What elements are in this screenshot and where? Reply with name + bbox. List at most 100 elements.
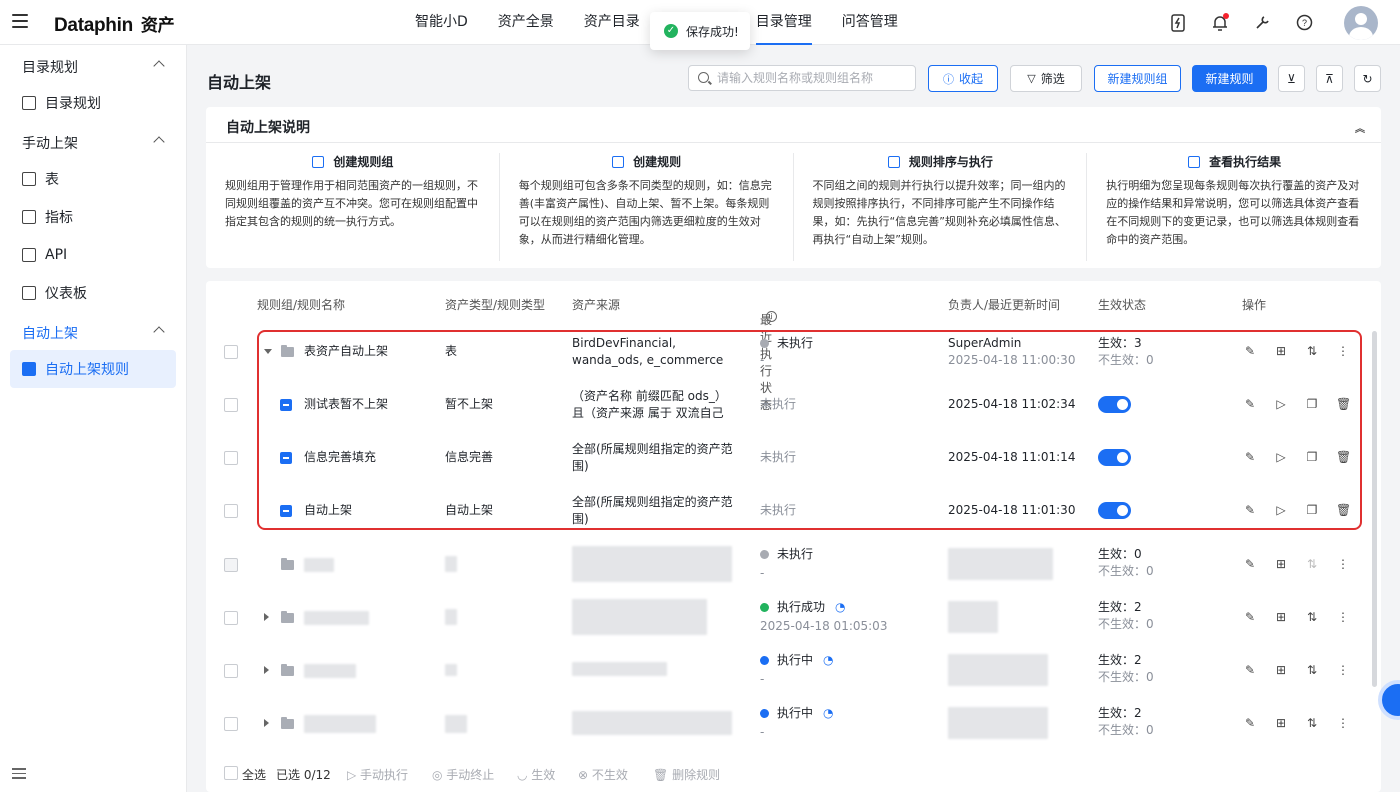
row-checkbox[interactable]: [224, 451, 238, 465]
sidebar-group-auto[interactable]: 自动上架: [22, 323, 167, 343]
edit-icon[interactable]: ✎: [1243, 610, 1257, 624]
bell-icon[interactable]: [1210, 12, 1230, 33]
filter-button[interactable]: ▽ 筛选: [1010, 65, 1082, 92]
copy-icon[interactable]: ❐: [1305, 450, 1319, 464]
info-icon[interactable]: i: [766, 311, 777, 322]
activate-button[interactable]: ◡ 生效: [517, 766, 555, 783]
table-row-rule[interactable]: 自动上架 自动上架 全部(所属规则组指定的资产范围) 未执行 2025-04-1…: [206, 484, 1381, 537]
nav-item-panorama[interactable]: 资产全景: [483, 0, 569, 45]
delete-icon[interactable]: 🗑: [1336, 503, 1351, 517]
collapse-button[interactable]: ⓘ 收起: [928, 65, 998, 92]
manual-stop-button[interactable]: ◎ 手动终止: [432, 766, 494, 783]
active-toggle[interactable]: [1098, 396, 1131, 413]
select-all-label[interactable]: 全选: [242, 766, 266, 783]
delete-rule-button[interactable]: 🗑 删除规则: [653, 766, 720, 783]
sidebar-item-api[interactable]: API: [10, 236, 176, 274]
more-icon[interactable]: ⋮: [1336, 663, 1350, 677]
more-icon[interactable]: ⋮: [1336, 610, 1350, 624]
edit-icon[interactable]: ✎: [1243, 557, 1257, 571]
active-toggle[interactable]: [1098, 502, 1131, 519]
edit-icon[interactable]: ✎: [1243, 663, 1257, 677]
add-rule-icon[interactable]: ⊞: [1274, 716, 1288, 730]
edit-icon[interactable]: ✎: [1243, 397, 1257, 411]
sort-icon[interactable]: ⇅: [1305, 663, 1319, 677]
row-checkbox[interactable]: [224, 717, 238, 731]
run-icon[interactable]: ▷: [1274, 503, 1288, 517]
avatar[interactable]: [1344, 5, 1378, 40]
row-checkbox[interactable]: [224, 558, 238, 572]
deactivate-button[interactable]: ⊗ 不生效: [578, 766, 628, 783]
sort-icon[interactable]: ⇅: [1305, 716, 1319, 730]
expand-caret-icon[interactable]: [264, 349, 272, 354]
new-rule-button[interactable]: 新建规则: [1192, 65, 1267, 92]
more-icon[interactable]: ⋮: [1336, 716, 1350, 730]
run-icon[interactable]: ▷: [1274, 450, 1288, 464]
select-all-checkbox[interactable]: [224, 766, 238, 780]
expand-caret-icon[interactable]: [264, 613, 269, 621]
table-row-rule[interactable]: 测试表暂不上架 暂不上架 （资产名称 前缀匹配 ods_）且（资产来源 属于 双…: [206, 378, 1381, 431]
search-input[interactable]: 请输入规则名称或规则组名称: [688, 65, 916, 91]
sort-icon[interactable]: ⇅: [1305, 610, 1319, 624]
edit-icon[interactable]: ✎: [1243, 503, 1257, 517]
sidebar-item-metric[interactable]: 指标: [10, 198, 176, 236]
schedule-icon[interactable]: ◔: [835, 600, 845, 614]
manual-run-button[interactable]: ▷ 手动执行: [347, 766, 408, 783]
schedule-icon[interactable]: ◔: [823, 653, 833, 667]
table-row-group[interactable]: 执行成功 ◔ 2025-04-18 01:05:03 生效：2 不生效：0 ✎ ⊞…: [206, 591, 1381, 644]
desc-col-create-rule: 创建规则 每个规则组可包含多条不同类型的规则，如：信息完善(丰富资产属性)、自动上…: [500, 153, 794, 261]
table-row-group[interactable]: 表资产自动上架 表 BirdDevFinancial, wanda_ods, e…: [206, 325, 1381, 378]
vertical-scrollbar[interactable]: [1372, 331, 1377, 687]
sidebar-item-dashboard[interactable]: 仪表板: [10, 274, 176, 312]
sidebar-group-manual[interactable]: 手动上架: [22, 133, 167, 153]
sort-icon[interactable]: ⇅: [1305, 557, 1319, 571]
sidebar-group-catalog-plan[interactable]: 目录规划: [22, 57, 167, 77]
logo[interactable]: Dataphin 资产: [54, 11, 175, 37]
wrench-icon[interactable]: [1252, 13, 1272, 33]
import-icon[interactable]: ⊼: [1316, 65, 1343, 92]
export-icon[interactable]: ⊻: [1278, 65, 1305, 92]
menu-icon[interactable]: [12, 14, 28, 28]
active-toggle[interactable]: [1098, 449, 1131, 466]
nav-item-catalog-mgmt[interactable]: 目录管理: [741, 0, 827, 45]
run-icon[interactable]: ▷: [1274, 397, 1288, 411]
new-group-button[interactable]: 新建规则组: [1094, 65, 1181, 92]
refresh-icon[interactable]: ↻: [1354, 65, 1381, 92]
sidebar-item-auto-rules[interactable]: 自动上架规则: [10, 350, 176, 388]
edit-icon[interactable]: ✎: [1243, 344, 1257, 358]
table-row-group[interactable]: 执行中 ◔ - 生效：2 不生效：0 ✎ ⊞ ⇅ ⋮: [206, 697, 1381, 750]
table-row-group[interactable]: 未执行 - 生效：0 不生效：0 ✎ ⊞ ⇅ ⋮: [206, 538, 1381, 591]
expand-caret-icon[interactable]: [264, 719, 269, 727]
more-icon[interactable]: ⋮: [1336, 344, 1350, 358]
delete-icon[interactable]: 🗑: [1336, 397, 1351, 411]
add-rule-icon[interactable]: ⊞: [1274, 663, 1288, 677]
row-checkbox[interactable]: [224, 504, 238, 518]
nav-item-catalog[interactable]: 资产目录: [569, 0, 655, 45]
edit-icon[interactable]: ✎: [1243, 716, 1257, 730]
nav-item-qa-mgmt[interactable]: 问答管理: [827, 0, 913, 45]
table-row-group[interactable]: 执行中 ◔ - 生效：2 不生效：0 ✎ ⊞ ⇅ ⋮: [206, 644, 1381, 697]
row-checkbox[interactable]: [224, 398, 238, 412]
add-rule-icon[interactable]: ⊞: [1274, 557, 1288, 571]
schedule-icon[interactable]: ◔: [823, 706, 833, 720]
copy-icon[interactable]: ❐: [1305, 503, 1319, 517]
edit-icon[interactable]: ✎: [1243, 450, 1257, 464]
row-checkbox[interactable]: [224, 345, 238, 359]
nav-item-xiaod[interactable]: 智能小D: [400, 0, 483, 45]
help-icon[interactable]: ?: [1294, 13, 1314, 33]
add-rule-icon[interactable]: ⊞: [1274, 344, 1288, 358]
row-checkbox[interactable]: [224, 611, 238, 625]
sidebar-item-catalog-plan[interactable]: 目录规划: [10, 84, 176, 122]
status-dot: [760, 550, 769, 559]
collapse-up-icon[interactable]: ︽: [1355, 120, 1365, 135]
delete-icon[interactable]: 🗑: [1336, 450, 1351, 464]
copy-icon[interactable]: ❐: [1305, 397, 1319, 411]
collapse-sidebar-icon[interactable]: [12, 768, 26, 780]
lightning-icon[interactable]: [1168, 13, 1188, 33]
add-rule-icon[interactable]: ⊞: [1274, 610, 1288, 624]
sort-icon[interactable]: ⇅: [1305, 344, 1319, 358]
sidebar-item-table[interactable]: 表: [10, 160, 176, 198]
more-icon[interactable]: ⋮: [1336, 557, 1350, 571]
table-row-rule[interactable]: 信息完善填充 信息完善 全部(所属规则组指定的资产范围) 未执行 2025-04…: [206, 431, 1381, 484]
row-checkbox[interactable]: [224, 664, 238, 678]
expand-caret-icon[interactable]: [264, 666, 269, 674]
